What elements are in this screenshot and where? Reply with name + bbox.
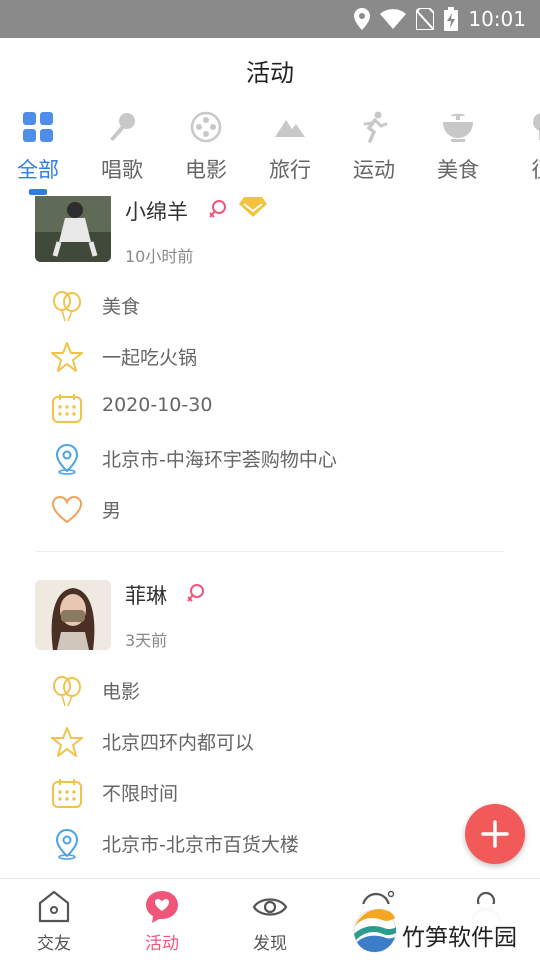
battery-charging-icon (444, 7, 459, 31)
date-text: 2020-10-30 (102, 394, 213, 416)
plus-icon (481, 820, 509, 848)
status-time: 10:01 (468, 7, 526, 31)
tab-movie[interactable]: 电影 (164, 104, 248, 196)
wifi-icon (380, 9, 407, 29)
diamond-vip-icon (239, 197, 267, 217)
tab-singing[interactable]: 唱歌 (80, 104, 164, 196)
tab-indicator (29, 189, 47, 195)
tab-label: 美食 (437, 158, 479, 182)
tab-all[interactable]: 全部 (0, 104, 80, 196)
heart-icon (51, 495, 83, 524)
avatar[interactable] (35, 196, 111, 262)
avatar[interactable] (35, 580, 111, 650)
star-icon (51, 727, 83, 757)
location-icon (354, 8, 371, 30)
activity-text: 一起吃火锅 (102, 347, 198, 369)
nav-friends[interactable]: 交友 (0, 879, 108, 960)
add-activity-button[interactable] (465, 804, 525, 864)
gender-text: 男 (102, 500, 122, 522)
nav-label: 发现 (253, 934, 287, 954)
date-row: 2020-10-30 (0, 388, 540, 428)
location-text: 北京市-中海环宇荟购物中心 (102, 449, 337, 471)
header: 活动 (0, 38, 540, 102)
tab-sports[interactable]: 运动 (332, 104, 416, 196)
tab-travel[interactable]: 旅行 (248, 104, 332, 196)
username: 菲琳 (125, 584, 167, 608)
microphone-icon (110, 113, 135, 141)
post-time: 3天前 (125, 631, 168, 650)
tab-label: 唱歌 (101, 158, 143, 182)
location-text: 北京市-北京市百货大楼 (102, 834, 299, 856)
tab-label: 电影 (185, 158, 227, 182)
female-icon (187, 584, 204, 602)
date-row: 不限时间 (0, 773, 540, 813)
mountain-icon (275, 120, 305, 137)
category-text: 电影 (102, 681, 141, 703)
activity-row: 北京四环内都可以 (0, 722, 540, 762)
watermark-text: 竹笋软件园 (402, 925, 517, 951)
activity-card[interactable]: 菲琳 3天前 电影 北京四环内都可以 不限时间 北京市-北京市百货大楼 (0, 552, 540, 878)
post-time: 10小时前 (125, 247, 194, 266)
location-row: 北京市-北京市百货大楼 (0, 824, 540, 864)
activity-row: 一起吃火锅 (0, 337, 540, 377)
calendar-icon (52, 779, 82, 808)
watermark-logo-icon (353, 909, 397, 953)
calendar-icon (52, 394, 82, 423)
activity-feed[interactable]: 小绵羊 10小时前 美食 一起吃火锅 2020-10-30 北京市-中海环宇荟购… (0, 196, 540, 878)
date-text: 不限时间 (102, 783, 179, 805)
status-bar: 10:01 (0, 0, 540, 38)
watermark: 竹笋软件园 (344, 904, 540, 960)
category-row: 电影 (0, 671, 540, 711)
tab-food[interactable]: 美食 (416, 104, 500, 196)
tab-label: 全部 (17, 158, 59, 182)
heart-bubble-icon (146, 891, 178, 923)
location-row: 北京市-中海环宇荟购物中心 (0, 439, 540, 479)
tab-label: 旅行 (269, 158, 311, 182)
home-icon (38, 890, 70, 923)
food-bowl-icon (443, 113, 473, 142)
location-pin-icon (55, 443, 79, 475)
category-row: 美食 (0, 286, 540, 326)
status-icons: 10:01 (354, 0, 526, 38)
runner-icon (363, 111, 388, 143)
female-icon (209, 200, 226, 218)
tab-more[interactable]: 征 (500, 104, 540, 196)
tab-label: 运动 (353, 158, 395, 182)
balloon-icon (53, 676, 81, 707)
activity-card[interactable]: 小绵羊 10小时前 美食 一起吃火锅 2020-10-30 北京市-中海环宇荟购… (0, 196, 540, 552)
star-icon (51, 342, 83, 372)
username: 小绵羊 (125, 200, 188, 224)
activity-text: 北京四环内都可以 (102, 732, 255, 754)
page-title: 活动 (246, 58, 294, 87)
nav-discover[interactable]: 发现 (216, 879, 324, 960)
more-icon (533, 113, 540, 140)
grid-icon (23, 112, 53, 142)
film-reel-icon (190, 111, 222, 143)
eye-icon (252, 898, 288, 916)
location-pin-icon (55, 828, 79, 860)
tab-label: 征 (500, 154, 540, 184)
gender-row: 男 (0, 490, 540, 530)
category-tabs: 全部 唱歌 电影 旅行 运动 美食 (0, 104, 540, 196)
category-text: 美食 (102, 296, 141, 318)
nav-label: 交友 (37, 934, 71, 954)
nav-activity[interactable]: 活动 (108, 879, 216, 960)
no-sim-icon (416, 8, 435, 30)
balloon-icon (53, 291, 81, 322)
nav-label: 活动 (145, 934, 179, 954)
